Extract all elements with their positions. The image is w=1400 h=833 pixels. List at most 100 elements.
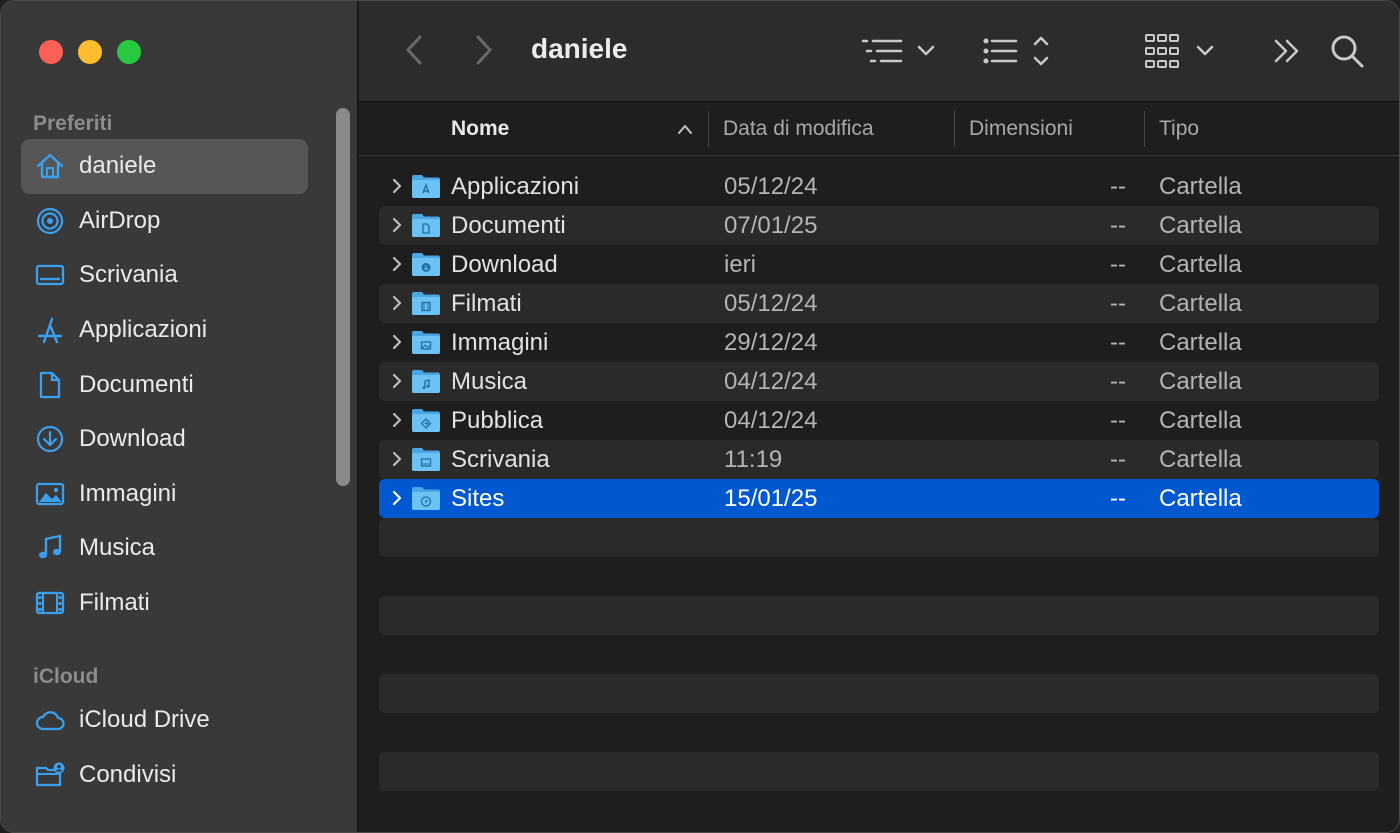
search-icon <box>1331 35 1364 68</box>
file-size: -- <box>1110 172 1126 200</box>
sidebar-item-filmati[interactable]: Filmati <box>21 576 308 631</box>
file-date: 29/12/24 <box>724 328 818 356</box>
disclosure-chevron-icon[interactable] <box>388 215 406 235</box>
sidebar-item-airdrop[interactable]: AirDrop <box>21 194 308 249</box>
column-divider[interactable] <box>1144 111 1145 147</box>
main-content: daniele Nome Data di modifica Dimensioni… <box>359 1 1399 832</box>
empty-row <box>379 635 1379 674</box>
file-row-applicazioni[interactable]: Applicazioni 05/12/24 -- Cartella <box>379 167 1379 206</box>
music-icon <box>35 533 65 563</box>
disclosure-chevron-icon[interactable] <box>388 332 406 352</box>
chevron-right-icon <box>476 35 492 65</box>
disclosure-chevron-icon[interactable] <box>388 449 406 469</box>
minimize-button[interactable] <box>78 40 102 64</box>
file-name: Download <box>451 250 558 278</box>
cloud-icon <box>35 705 65 735</box>
group-sort-button[interactable] <box>982 29 1054 73</box>
disclosure-chevron-icon[interactable] <box>388 410 406 430</box>
file-row-download[interactable]: Download ieri -- Cartella <box>379 245 1379 284</box>
list-view-icon <box>861 39 935 63</box>
file-name: Filmati <box>451 289 522 317</box>
sidebar-item-label: AirDrop <box>79 206 161 234</box>
sidebar-item-scrivania[interactable]: Scrivania <box>21 248 308 303</box>
column-size-header[interactable]: Dimensioni <box>969 102 1073 156</box>
file-kind: Cartella <box>1159 367 1242 395</box>
sidebar-item-label: Musica <box>79 534 156 562</box>
file-name: Immagini <box>451 328 549 356</box>
grid-icon <box>1145 34 1214 68</box>
file-size: -- <box>1110 250 1126 278</box>
file-date: 04/12/24 <box>724 406 818 434</box>
sidebar-item-daniele[interactable]: daniele <box>21 139 308 194</box>
more-toolbar-button[interactable] <box>1271 29 1305 73</box>
file-size: -- <box>1110 211 1126 239</box>
film-folder-icon <box>412 292 440 315</box>
column-divider[interactable] <box>954 111 955 147</box>
file-kind: Cartella <box>1159 484 1242 512</box>
file-date: 04/12/24 <box>724 367 818 395</box>
empty-row <box>379 674 1379 713</box>
empty-row <box>379 752 1379 791</box>
file-name: Documenti <box>451 211 566 239</box>
applications-folder-icon <box>412 175 440 198</box>
sidebar-item-label: Immagini <box>79 479 177 507</box>
disclosure-chevron-icon[interactable] <box>388 371 406 391</box>
sidebar-item-applicazioni[interactable]: Applicazioni <box>21 303 308 358</box>
file-kind: Cartella <box>1159 289 1242 317</box>
chevron-left-icon <box>406 35 422 65</box>
photo-folder-icon <box>412 331 440 354</box>
file-row-musica[interactable]: Musica 04/12/24 -- Cartella <box>379 362 1379 401</box>
file-row-sites[interactable]: Sites 15/01/25 -- Cartella <box>379 479 1379 518</box>
disclosure-chevron-icon[interactable] <box>388 293 406 313</box>
sidebar-icloud-list: iCloud Drive Condivisi <box>21 693 308 802</box>
file-list: Applicazioni 05/12/24 -- Cartella Documenti 0… <box>379 167 1379 830</box>
airdrop-icon <box>35 206 65 236</box>
compass-folder-icon <box>412 487 440 510</box>
file-row-filmati[interactable]: Filmati 05/12/24 -- Cartella <box>379 284 1379 323</box>
sort-ascending-indicator[interactable] <box>677 102 693 156</box>
sidebar-item-label: Documenti <box>79 370 194 398</box>
sidebar: Preferiti daniele AirDrop Scrivania Applica… <box>1 1 358 832</box>
disclosure-chevron-icon[interactable] <box>388 488 406 508</box>
column-divider[interactable] <box>708 111 709 147</box>
close-button[interactable] <box>39 40 63 64</box>
download-folder-icon <box>412 253 440 276</box>
window-controls <box>39 40 141 64</box>
toolbar: daniele <box>359 1 1399 102</box>
file-row-documenti[interactable]: Documenti 07/01/25 -- Cartella <box>379 206 1379 245</box>
file-row-pubblica[interactable]: Pubblica 04/12/24 -- Cartella <box>379 401 1379 440</box>
empty-row <box>379 557 1379 596</box>
sidebar-item-icloud-drive[interactable]: iCloud Drive <box>21 693 308 748</box>
disclosure-chevron-icon[interactable] <box>388 254 406 274</box>
public-folder-icon <box>412 409 440 432</box>
sidebar-item-label: Scrivania <box>79 261 178 289</box>
column-kind-header[interactable]: Tipo <box>1159 102 1199 156</box>
disclosure-chevron-icon[interactable] <box>388 176 406 196</box>
file-date: ieri <box>724 250 757 278</box>
column-date-header[interactable]: Data di modifica <box>723 102 874 156</box>
file-row-scrivania[interactable]: Scrivania 11:19 -- Cartella <box>379 440 1379 479</box>
sidebar-item-documenti[interactable]: Documenti <box>21 357 308 412</box>
empty-row <box>379 518 1379 557</box>
sidebar-item-musica[interactable]: Musica <box>21 521 308 576</box>
sidebar-item-label: Applicazioni <box>79 316 208 344</box>
file-row-immagini[interactable]: Immagini 29/12/24 -- Cartella <box>379 323 1379 362</box>
applications-icon <box>35 315 65 345</box>
file-name: Scrivania <box>451 445 550 473</box>
sidebar-item-condivisi[interactable]: Condivisi <box>21 748 308 803</box>
download-icon <box>35 424 65 454</box>
column-name-header[interactable]: Nome <box>451 102 509 156</box>
file-size: -- <box>1110 445 1126 473</box>
sidebar-item-label: iCloud Drive <box>79 706 210 734</box>
sidebar-item-label: Condivisi <box>79 760 177 788</box>
gallery-group-button[interactable] <box>1144 29 1220 73</box>
sidebar-item-download[interactable]: Download <box>21 412 308 467</box>
search-button[interactable] <box>1329 29 1367 73</box>
file-date: 05/12/24 <box>724 172 818 200</box>
view-options-button[interactable] <box>861 29 941 73</box>
sidebar-item-immagini[interactable]: Immagini <box>21 467 308 522</box>
back-button[interactable] <box>397 33 431 67</box>
forward-button[interactable] <box>467 33 501 67</box>
zoom-button[interactable] <box>117 40 141 64</box>
sidebar-scrollbar[interactable] <box>336 108 350 486</box>
